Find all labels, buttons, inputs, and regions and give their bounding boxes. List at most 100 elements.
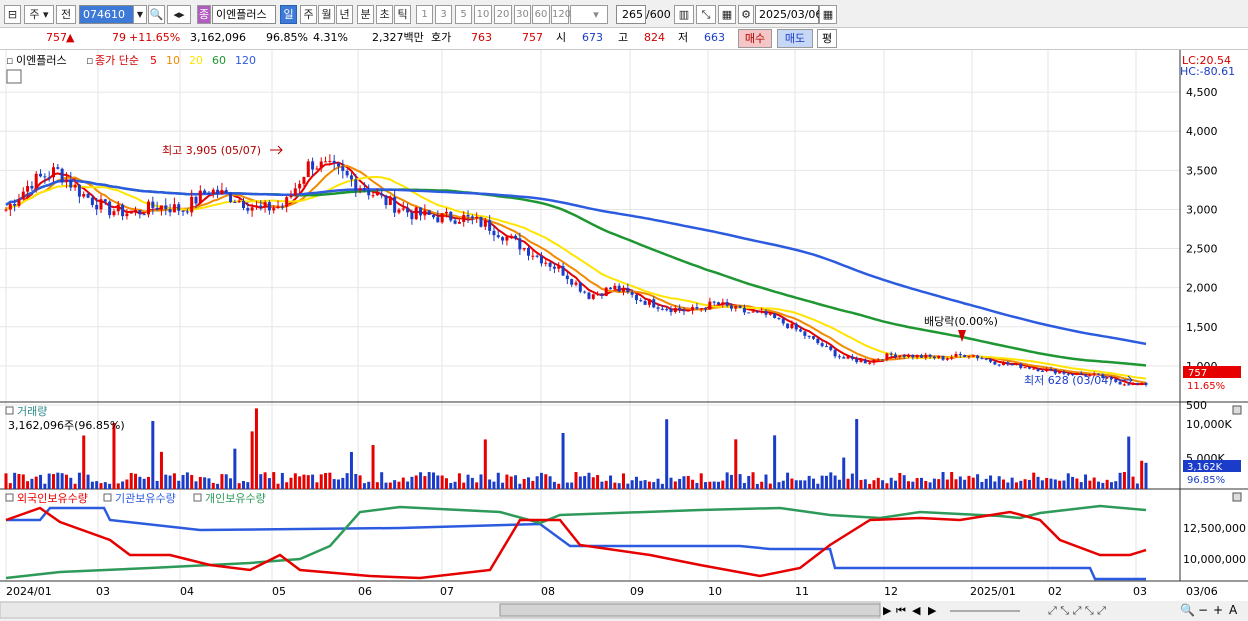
sell-button[interactable]: 매도 [777, 29, 813, 48]
chart-icon[interactable]: ▦ [718, 5, 736, 24]
volume-bar [125, 479, 129, 489]
candle [185, 211, 189, 213]
candle [362, 188, 366, 191]
candle [393, 197, 397, 213]
candle [440, 213, 444, 223]
candle [69, 179, 73, 188]
candle [751, 311, 755, 313]
volume-bar [729, 474, 733, 489]
interval-20[interactable]: 20 [494, 5, 512, 24]
volume-bar [682, 476, 686, 489]
font-icon[interactable]: A [1229, 603, 1238, 617]
candle [833, 349, 837, 357]
interval-30[interactable]: 30 [514, 5, 531, 24]
search-icon[interactable]: 🔍 [148, 5, 165, 24]
interval-120[interactable]: 120 [551, 5, 571, 24]
volume-bar [1058, 480, 1062, 489]
first-icon[interactable]: ⏮ [896, 604, 906, 617]
candle [168, 209, 172, 213]
count-input[interactable]: 265 [616, 5, 646, 24]
vol-pane-close-icon[interactable] [1232, 405, 1242, 415]
scrollbar-thumb[interactable] [499, 603, 881, 617]
window-icon[interactable]: ⊟ [4, 5, 21, 24]
tools-icon[interactable]: ⤢ ⤡ ⤢ ⤡ ⤢ [1048, 604, 1106, 617]
candle [760, 311, 764, 313]
avg-button[interactable]: 평 [817, 29, 837, 48]
candle [1118, 381, 1122, 385]
candle [924, 354, 928, 358]
volume-bar [21, 474, 25, 489]
scroll-right-icon[interactable]: ▶ [883, 604, 892, 617]
volume-bar [643, 480, 647, 489]
volume-bar [116, 483, 120, 489]
period-tab-4[interactable]: 분 [357, 5, 374, 24]
speaker-icon[interactable]: ◂▸ [167, 5, 191, 24]
zoom-out-icon[interactable]: − [1198, 603, 1208, 617]
interval-3[interactable]: 3 [435, 5, 452, 24]
volume-bar [609, 475, 613, 489]
period-tab-1[interactable]: 주 [300, 5, 317, 24]
candle [647, 299, 651, 305]
gear-icon[interactable]: ⚙ [738, 5, 754, 24]
candle [453, 220, 457, 224]
volume-bar [406, 481, 410, 489]
buy-button[interactable]: 매수 [738, 29, 772, 48]
volume-bar [30, 478, 34, 489]
holder-pane-close-icon[interactable] [1232, 492, 1242, 502]
volume-bar [734, 439, 738, 489]
volume-bar [501, 482, 505, 489]
volume-bar [578, 476, 582, 489]
date-input[interactable]: 2025/03/06 [755, 5, 822, 24]
candle [8, 203, 12, 210]
quote-low: 663 [704, 31, 725, 44]
period-tab-2[interactable]: 월 [318, 5, 335, 24]
stock-name-field[interactable]: 이엔플러스 [212, 5, 276, 24]
code-dropdown-icon[interactable]: ▼ [133, 5, 147, 24]
quote-volume: 3,162,096 [190, 31, 246, 44]
period-tab-6[interactable]: 틱 [394, 5, 411, 24]
candle [73, 184, 77, 188]
interval-60[interactable]: 60 [532, 5, 550, 24]
calendar-icon[interactable]: ▦ [819, 5, 837, 24]
zoom-in-icon[interactable]: + [1213, 603, 1223, 617]
holder-legend-marker [103, 493, 112, 502]
prev-icon[interactable]: ◀ [912, 604, 921, 617]
div-marker-label: 배당락(0.00%) [924, 315, 998, 328]
volume-bar [976, 474, 980, 489]
period-main-dropdown[interactable]: 주 ▾ [24, 5, 54, 24]
x-tick-label: 09 [630, 585, 644, 598]
period-tab-5[interactable]: 초 [376, 5, 393, 24]
candle [129, 212, 133, 214]
interval-10[interactable]: 10 [474, 5, 492, 24]
candle [194, 196, 198, 204]
period-prev-button[interactable]: 전 [56, 5, 76, 24]
zoom-icon[interactable]: 🔍 [1180, 602, 1195, 617]
interval-5[interactable]: 5 [455, 5, 472, 24]
volume-bar [751, 472, 755, 489]
volume-bar [259, 474, 263, 489]
volume-bar [876, 477, 880, 489]
candle [125, 213, 129, 217]
volume-bar [790, 478, 794, 489]
period-tab-3[interactable]: 년 [336, 5, 353, 24]
volume-bar [73, 483, 77, 489]
candle [678, 308, 682, 311]
next-icon[interactable]: ▶ [928, 604, 937, 617]
period-tab-0[interactable]: 일 [280, 5, 297, 24]
candle [665, 309, 669, 311]
count-max: /600 [646, 8, 671, 21]
custom-interval-dropdown[interactable]: ▾ [570, 5, 608, 24]
legend-marker: ▫ [6, 54, 13, 67]
price-tick-label: 2,000 [1186, 282, 1218, 295]
candle-icon[interactable]: ▥ [674, 5, 694, 24]
candle [742, 307, 746, 313]
volume-bar [488, 479, 492, 489]
interval-1[interactable]: 1 [416, 5, 433, 24]
volume-bar [604, 480, 608, 489]
candle [272, 208, 276, 211]
chart-area[interactable]: 4,5004,0003,5003,0002,5002,0001,5001,000… [0, 50, 1248, 621]
candle [401, 208, 405, 210]
table-icon[interactable] [6, 69, 22, 84]
line-tool-icon[interactable]: ⤡ [696, 5, 716, 24]
candle [639, 300, 643, 302]
